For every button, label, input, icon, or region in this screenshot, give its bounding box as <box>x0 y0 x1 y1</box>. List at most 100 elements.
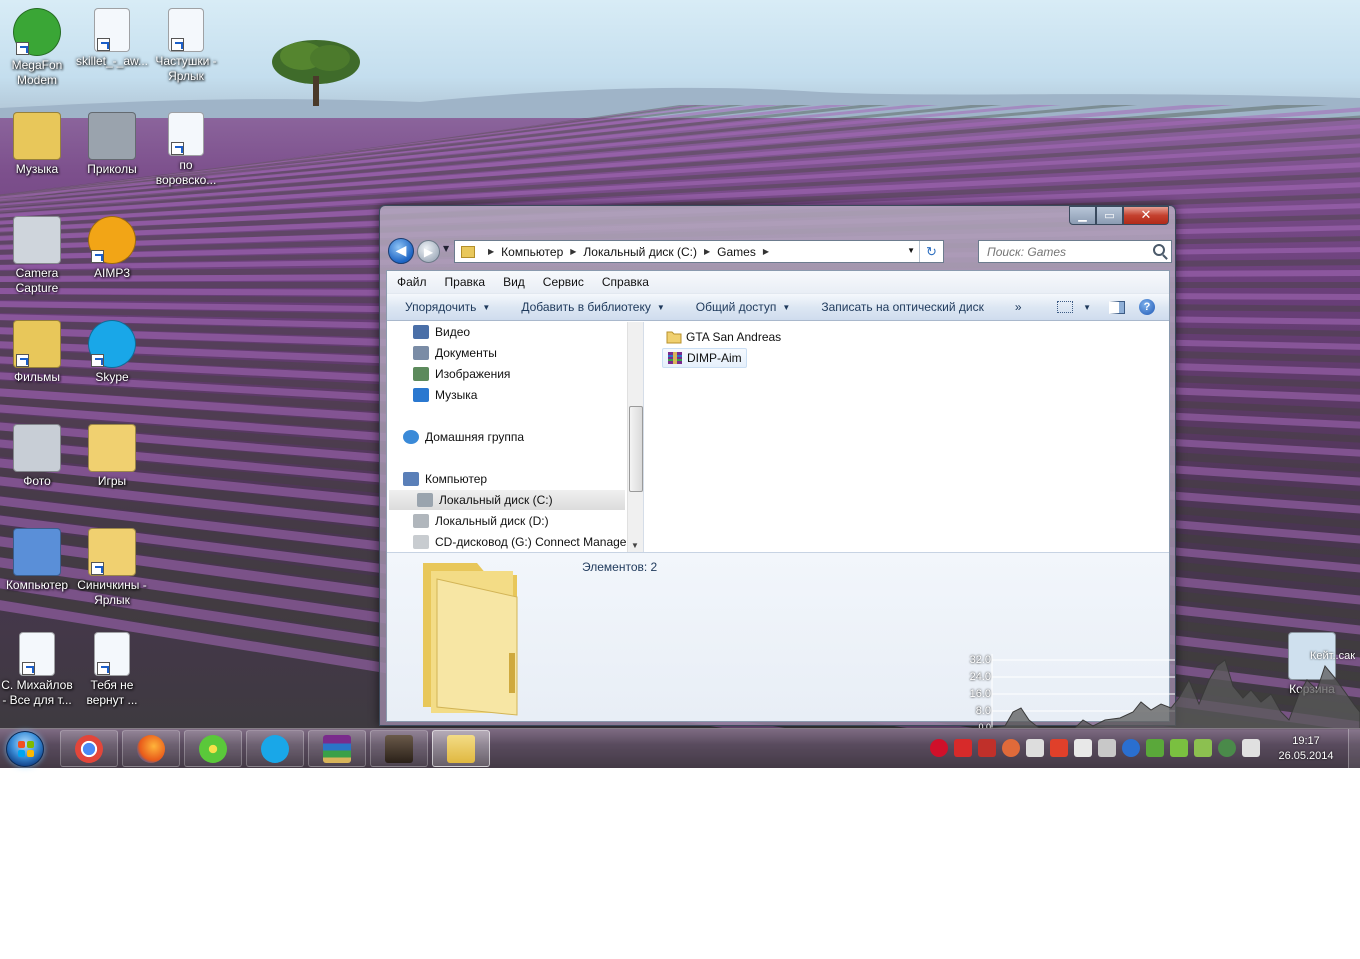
menu-view[interactable]: Вид <box>493 275 533 289</box>
display-icon[interactable] <box>1026 739 1044 757</box>
nav-item[interactable]: Локальный диск (D:) <box>413 511 549 531</box>
breadcrumb-drive-c[interactable]: Локальный диск (C:) <box>583 245 697 259</box>
list-item[interactable]: DIMP-Aim <box>662 348 747 368</box>
chevron-right-icon[interactable]: ▶ <box>704 247 710 256</box>
taskbar-button[interactable] <box>370 730 428 767</box>
desktop-icon[interactable]: Приколы <box>75 112 149 177</box>
taskbar-button[interactable] <box>432 730 490 767</box>
desktop-icon[interactable]: skillet_-_aw... <box>75 8 149 69</box>
shortcut-arrow-icon <box>97 662 110 675</box>
taskbar-button[interactable] <box>246 730 304 767</box>
menu-file[interactable]: Файл <box>387 275 435 289</box>
minimize-button[interactable]: ▁ <box>1069 206 1096 225</box>
share-label: Общий доступ <box>695 300 777 314</box>
desktop-icon[interactable]: Фото <box>0 424 74 489</box>
nav-item-label: Музыка <box>435 388 478 402</box>
scroll-down-arrow[interactable]: ▼ <box>631 541 639 550</box>
desktop-icon[interactable]: Фильмы <box>0 320 74 385</box>
desktop-icon[interactable]: по воровско... <box>149 112 223 188</box>
address-bar[interactable]: ▶ Компьютер ▶ Локальный диск (C:) ▶ Game… <box>454 240 944 263</box>
desktop-icon[interactable]: Skype <box>75 320 149 385</box>
change-view-icon[interactable] <box>1057 301 1074 313</box>
show-desktop-button[interactable] <box>1348 729 1360 769</box>
camcorder-icon <box>88 112 136 160</box>
nav-item[interactable]: Музыка <box>413 385 477 405</box>
globe-icon[interactable] <box>1218 739 1236 757</box>
antivirus-shield-icon[interactable] <box>954 739 972 757</box>
maximize-button[interactable]: ▭ <box>1096 206 1123 225</box>
action-center-flag-icon[interactable] <box>1242 739 1260 757</box>
volume-icon[interactable] <box>1074 739 1092 757</box>
desktop-icon[interactable]: Camera Capture <box>0 216 74 296</box>
share-button[interactable]: Общий доступ ▼ <box>678 300 804 314</box>
security-alert-icon[interactable] <box>978 739 996 757</box>
taskbar-button[interactable] <box>308 730 366 767</box>
desktop-icon-label: Camera Capture <box>15 266 59 295</box>
close-button[interactable]: ✕ <box>1123 206 1169 225</box>
chevron-right-icon[interactable]: ▶ <box>570 247 576 256</box>
nav-item[interactable]: Локальный диск (C:) <box>389 490 625 510</box>
search-input[interactable] <box>987 244 1147 259</box>
desktop-icon-label: по воровско... <box>155 158 217 187</box>
organize-button[interactable]: Упорядочить ▼ <box>387 300 503 314</box>
nav-item[interactable]: CD-дисковод (G:) Connect Manage <box>413 532 626 552</box>
nav-scrollbar[interactable]: ▼ <box>627 322 643 552</box>
opera-icon[interactable] <box>930 739 948 757</box>
utility-icon[interactable] <box>1002 739 1020 757</box>
menu-help[interactable]: Справка <box>592 275 657 289</box>
list-item[interactable]: GTA San Andreas <box>662 327 785 347</box>
chevron-right-icon: ▶ <box>488 247 495 256</box>
taskbar-button[interactable] <box>122 730 180 767</box>
preview-pane-icon[interactable] <box>1109 300 1125 314</box>
address-history-dropdown[interactable]: ▼ <box>907 246 915 255</box>
menu-tools[interactable]: Сервис <box>533 275 592 289</box>
burn-label: Записать на оптический диск <box>821 300 984 314</box>
audio-icon[interactable] <box>1050 739 1068 757</box>
desktop-icon[interactable]: AIMP3 <box>75 216 149 281</box>
burn-button[interactable]: Записать на оптический диск <box>803 300 997 314</box>
taskbar-button[interactable] <box>60 730 118 767</box>
chevron-down-icon[interactable]: ▼ <box>1083 303 1091 312</box>
help-icon[interactable]: ? <box>1139 299 1155 315</box>
scroll-thumb[interactable] <box>629 406 643 492</box>
agent-icon[interactable] <box>1146 739 1164 757</box>
desktop-icon[interactable]: Компьютер <box>0 528 74 593</box>
explorer-window[interactable]: ▁ ▭ ✕ ◀ ▶ ▼ ▶ Компьютер ▶ Локальный диск… <box>379 205 1176 726</box>
refresh-button[interactable]: ↻ <box>919 241 943 262</box>
nav-item[interactable]: Домашняя группа <box>403 427 524 447</box>
folder-icon <box>88 528 136 576</box>
desktop-icon[interactable]: Частушки - Ярлык <box>149 8 223 84</box>
aimp-icon <box>88 216 136 264</box>
network-icon[interactable] <box>1098 739 1116 757</box>
clock[interactable]: 19:17 26.05.2014 <box>1268 734 1344 764</box>
chevron-down-icon: ▼ <box>782 302 791 312</box>
nav-item[interactable]: Документы <box>413 343 497 363</box>
search-icon[interactable] <box>1153 244 1165 256</box>
desktop-icon-label: Частушки - Ярлык <box>155 54 217 83</box>
add-to-library-button[interactable]: Добавить в библиотеку ▼ <box>503 300 677 314</box>
start-button[interactable] <box>6 731 44 767</box>
desktop-icon[interactable]: Музыка <box>0 112 74 177</box>
forward-button[interactable]: ▶ <box>417 240 440 263</box>
bolt-icon[interactable] <box>1122 739 1140 757</box>
breadcrumb-computer[interactable]: Компьютер <box>501 245 563 259</box>
breadcrumb-games[interactable]: Games <box>717 245 756 259</box>
more-commands-button[interactable]: » <box>997 300 1035 314</box>
desktop-icon[interactable]: MegaFon Modem <box>0 8 74 88</box>
search-box[interactable] <box>978 240 1172 263</box>
desktop-icon[interactable]: Игры <box>75 424 149 489</box>
nav-item[interactable]: Изображения <box>413 364 510 384</box>
system-tray <box>930 739 1266 757</box>
desktop-icon[interactable]: Синичкины - Ярлык <box>75 528 149 608</box>
desktop-icon[interactable]: Тебя не вернут ... <box>75 632 149 708</box>
nav-item[interactable]: Компьютер <box>403 469 487 489</box>
menu-edit[interactable]: Правка <box>435 275 494 289</box>
shield-check-icon[interactable] <box>1170 739 1188 757</box>
desktop-icon[interactable]: С. Михайлов - Все для т... <box>0 632 74 708</box>
taskbar-button[interactable] <box>184 730 242 767</box>
chevron-right-icon[interactable]: ▶ <box>763 247 769 256</box>
back-button[interactable]: ◀ <box>388 238 414 264</box>
connection-icon[interactable] <box>1194 739 1212 757</box>
nav-item[interactable]: Видео <box>413 322 470 342</box>
recent-pages-dropdown[interactable]: ▼ <box>443 244 449 253</box>
